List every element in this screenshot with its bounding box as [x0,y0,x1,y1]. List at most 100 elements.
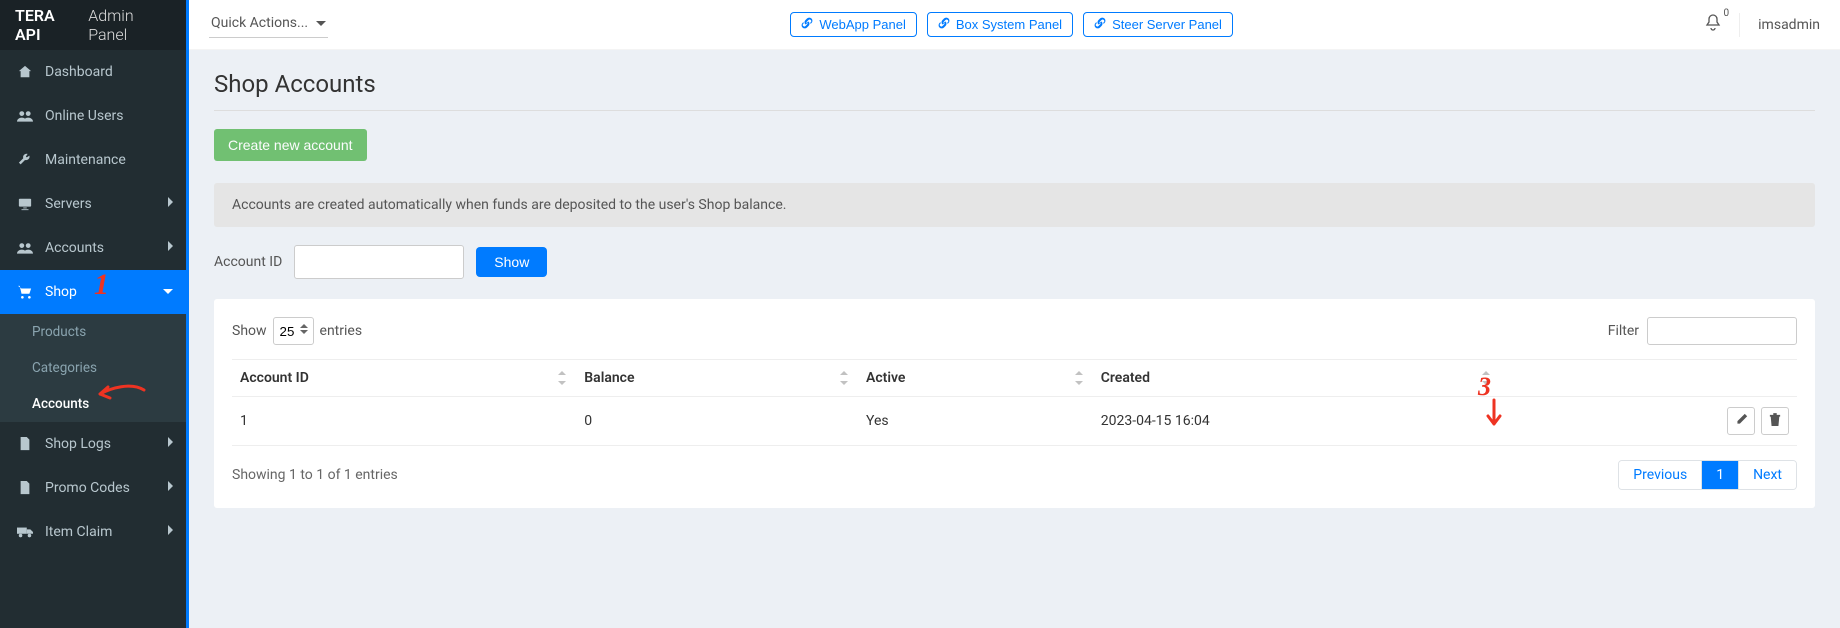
page-next[interactable]: Next [1738,461,1796,489]
col-created[interactable]: Created [1093,360,1500,397]
user-menu[interactable]: imsadmin [1758,17,1820,33]
pencil-icon [1735,413,1748,429]
title-divider [214,110,1815,111]
cell-balance: 0 [576,397,858,446]
sidebar-item-label: Shop Logs [45,436,166,452]
users-icon [15,109,35,123]
brand[interactable]: TERA API Admin Panel [0,0,189,50]
table-row: 1 0 Yes 2023-04-15 16:04 [232,397,1797,446]
accounts-table: Account ID Balance Active Created 1 0 Ye… [232,359,1797,446]
sort-icon [1482,371,1492,385]
sidebar-item-servers[interactable]: Servers [0,182,189,226]
chevron-right-icon [166,480,174,496]
page-previous[interactable]: Previous [1619,461,1701,489]
trash-icon [1769,413,1781,430]
file-icon [15,437,35,451]
cart-icon [15,285,35,299]
sidebar-item-item-claim[interactable]: Item Claim [0,510,189,554]
sort-icon [1075,371,1085,385]
users-icon [15,241,35,255]
filter-label: Filter [1608,323,1639,339]
page-number[interactable]: 1 [1701,461,1738,489]
chevron-right-icon [166,240,174,256]
brand-thin: Admin Panel [88,6,174,44]
sidebar-item-label: Dashboard [45,64,174,80]
showing-info: Showing 1 to 1 of 1 entries [232,467,398,483]
sidebar-sub-label: Categories [32,360,97,376]
sidebar-item-label: Accounts [45,240,166,256]
steer-server-panel-button[interactable]: Steer Server Panel [1083,12,1233,37]
link-icon [1094,17,1106,32]
sort-icon [840,371,850,385]
button-label: WebApp Panel [819,17,906,32]
sidebar-item-dashboard[interactable]: Dashboard [0,50,189,94]
table-card: Show 25 entries Filter [214,299,1815,508]
sidebar-item-shop-logs[interactable]: Shop Logs [0,422,189,466]
chevron-right-icon [166,524,174,540]
truck-icon [15,525,35,539]
sidebar-sub-label: Products [32,324,86,340]
page-size-select[interactable]: 25 [273,317,314,345]
desktop-icon [15,197,35,211]
chevron-down-icon [316,15,326,31]
show-entries-pre: Show [232,323,267,339]
brand-bold: TERA API [15,6,82,44]
sidebar-item-promo-codes[interactable]: Promo Codes [0,466,189,510]
sidebar-item-label: Promo Codes [45,480,166,496]
show-button[interactable]: Show [476,247,547,277]
sidebar-item-label: Servers [45,196,166,212]
sidebar-sub-label: Accounts [32,396,89,412]
box-system-panel-button[interactable]: Box System Panel [927,12,1073,37]
button-label: Box System Panel [956,17,1062,32]
divider [1739,13,1740,37]
cell-active: Yes [858,397,1093,446]
show-entries-post: entries [320,323,363,339]
content: Shop Accounts Create new account Account… [189,50,1840,628]
top-links: WebApp Panel Box System Panel Steer Serv… [790,12,1233,37]
sidebar-item-shop[interactable]: Shop [0,270,189,314]
col-active[interactable]: Active [858,360,1093,397]
delete-button[interactable] [1761,407,1789,435]
filter-input[interactable] [1647,317,1797,345]
chevron-right-icon [166,436,174,452]
link-icon [938,17,950,32]
chevron-down-icon [162,284,174,300]
col-account-id[interactable]: Account ID [232,360,576,397]
sidebar-item-label: Item Claim [45,524,166,540]
sidebar-item-label: Maintenance [45,152,174,168]
sidebar: TERA API Admin Panel Dashboard Online Us… [0,0,189,628]
sidebar-item-label: Online Users [45,108,174,124]
quick-actions-dropdown[interactable]: Quick Actions... [209,11,328,38]
sidebar-sub-categories[interactable]: Categories [0,350,189,386]
wrench-icon [15,153,35,167]
button-label: Create new account [228,137,353,153]
edit-button[interactable] [1727,407,1755,435]
dashboard-icon [15,65,35,79]
topbar: Quick Actions... WebApp Panel Box System… [189,0,1840,50]
quick-actions-label: Quick Actions... [211,15,308,31]
cell-created: 2023-04-15 16:04 [1093,397,1500,446]
button-label: Steer Server Panel [1112,17,1222,32]
chevron-right-icon [166,196,174,212]
sidebar-sub-accounts[interactable]: Accounts [0,386,189,422]
button-label: Show [494,254,529,270]
sidebar-item-online-users[interactable]: Online Users [0,94,189,138]
sidebar-sub-products[interactable]: Products [0,314,189,350]
create-new-account-button[interactable]: Create new account [214,129,367,161]
file-icon [15,481,35,495]
page-title: Shop Accounts [214,70,1815,98]
account-id-label: Account ID [214,254,282,270]
sidebar-item-accounts[interactable]: Accounts [0,226,189,270]
account-id-input[interactable] [294,245,464,279]
sidebar-item-maintenance[interactable]: Maintenance [0,138,189,182]
pagination: Previous 1 Next [1618,460,1797,490]
webapp-panel-button[interactable]: WebApp Panel [790,12,917,37]
notification-count: 0 [1724,8,1730,19]
link-icon [801,17,813,32]
notifications-button[interactable]: 0 [1705,14,1721,36]
col-actions [1500,360,1797,397]
sidebar-item-label: Shop [45,284,162,300]
username-label: imsadmin [1758,17,1820,33]
info-banner: Accounts are created automatically when … [214,183,1815,227]
col-balance[interactable]: Balance [576,360,858,397]
